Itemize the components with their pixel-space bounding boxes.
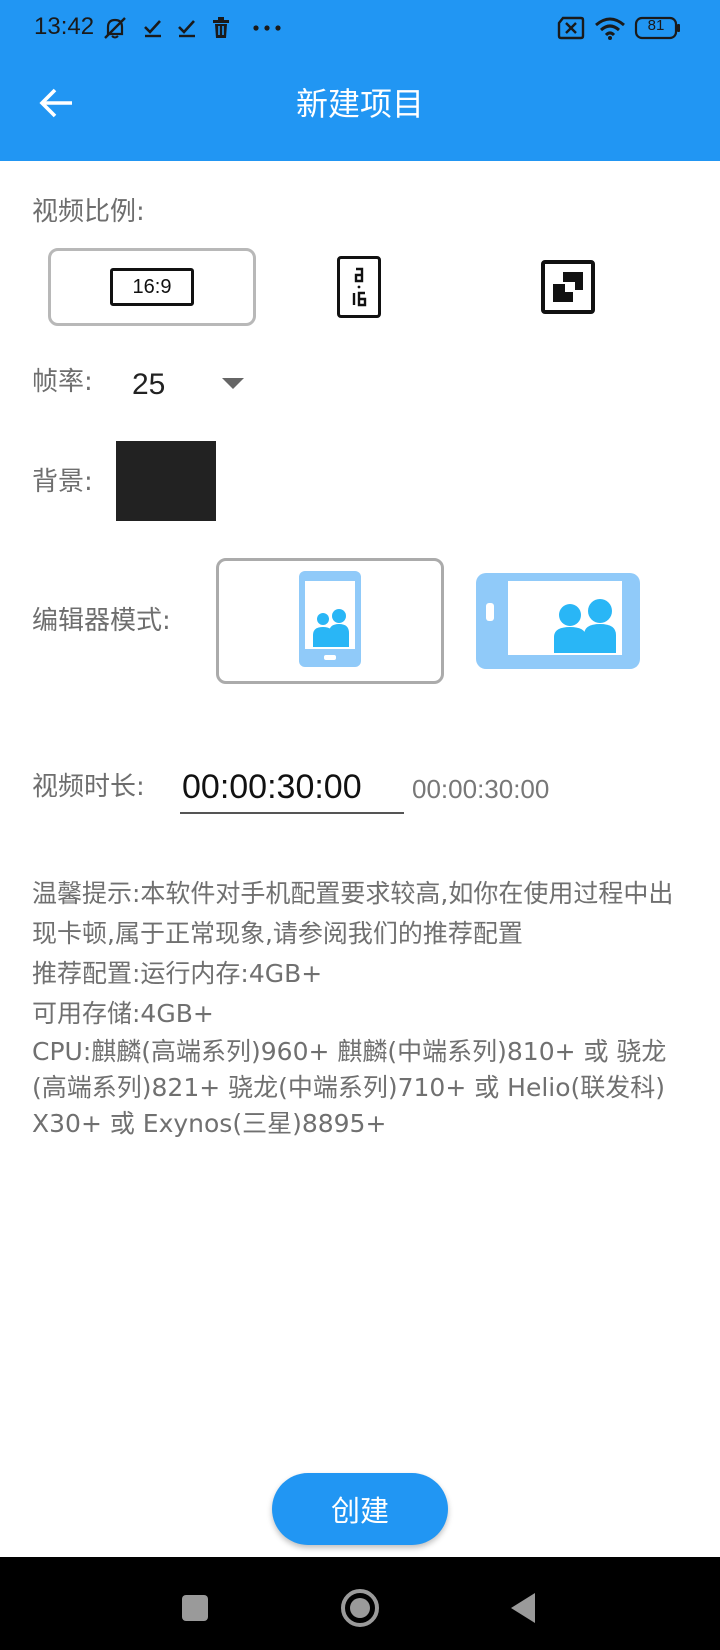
sim-off-icon [556,15,586,41]
editor-mode-portrait-option[interactable] [216,558,444,684]
battery-icon: 81 [634,15,682,41]
notifications-off-icon [102,15,128,41]
landscape-phone-icon [476,571,640,671]
battery-level: 81 [647,17,665,34]
back-triangle-icon[interactable] [498,1583,548,1633]
tips-line: 可用存储:4GB+ [32,999,214,1028]
wifi-icon [594,15,626,41]
tips-line: CPU:麒麟(高端系列)960+ 麒麟(中端系列)810+ 或 骁龙(高端系列)… [32,1037,667,1138]
duration-display: 00:00:30:00 [412,774,550,804]
tips-line: 推荐配置:运行内存:4GB+ [32,959,323,988]
page-title: 新建项目 [295,85,424,123]
home-icon[interactable] [335,1583,385,1633]
portrait-phone-icon [299,571,361,671]
check-icon [140,15,166,41]
trash-icon [208,15,234,41]
ratio-16-9-icon: 16:9 [110,268,194,306]
editor-mode-landscape-option[interactable] [476,573,640,669]
create-button[interactable]: 创建 [272,1473,448,1545]
ratio-9-16-option[interactable] [264,248,454,326]
background-color-swatch[interactable] [116,441,216,521]
status-time: 13:42 [34,13,95,40]
frame-rate-value: 25 [132,368,166,401]
more-dots-icon [250,15,284,41]
frame-rate-label: 帧率: [32,367,93,397]
background-label: 背景: [32,467,93,497]
tips-text: 温馨提示:本软件对手机配置要求较高,如你在使用过程中出现卡顿,属于正常现象,请参… [32,874,688,1142]
ratio-9-16-icon [337,256,381,318]
ratio-1-1-icon [541,260,595,314]
duration-input[interactable] [180,762,404,814]
ratio-1-1-option[interactable] [470,248,666,326]
frame-rate-select[interactable]: 25 [126,364,254,410]
check-icon [174,15,200,41]
recent-apps-icon[interactable] [170,1583,220,1633]
duration-label: 视频时长: [32,772,145,802]
video-ratio-label: 视频比例: [32,197,145,227]
tips-line: 温馨提示:本软件对手机配置要求较高,如你在使用过程中出现卡顿,属于正常现象,请参… [32,879,674,948]
ratio-16-9-option[interactable]: 16:9 [48,248,256,326]
chevron-down-icon [222,378,244,389]
editor-mode-label: 编辑器模式: [32,606,171,636]
